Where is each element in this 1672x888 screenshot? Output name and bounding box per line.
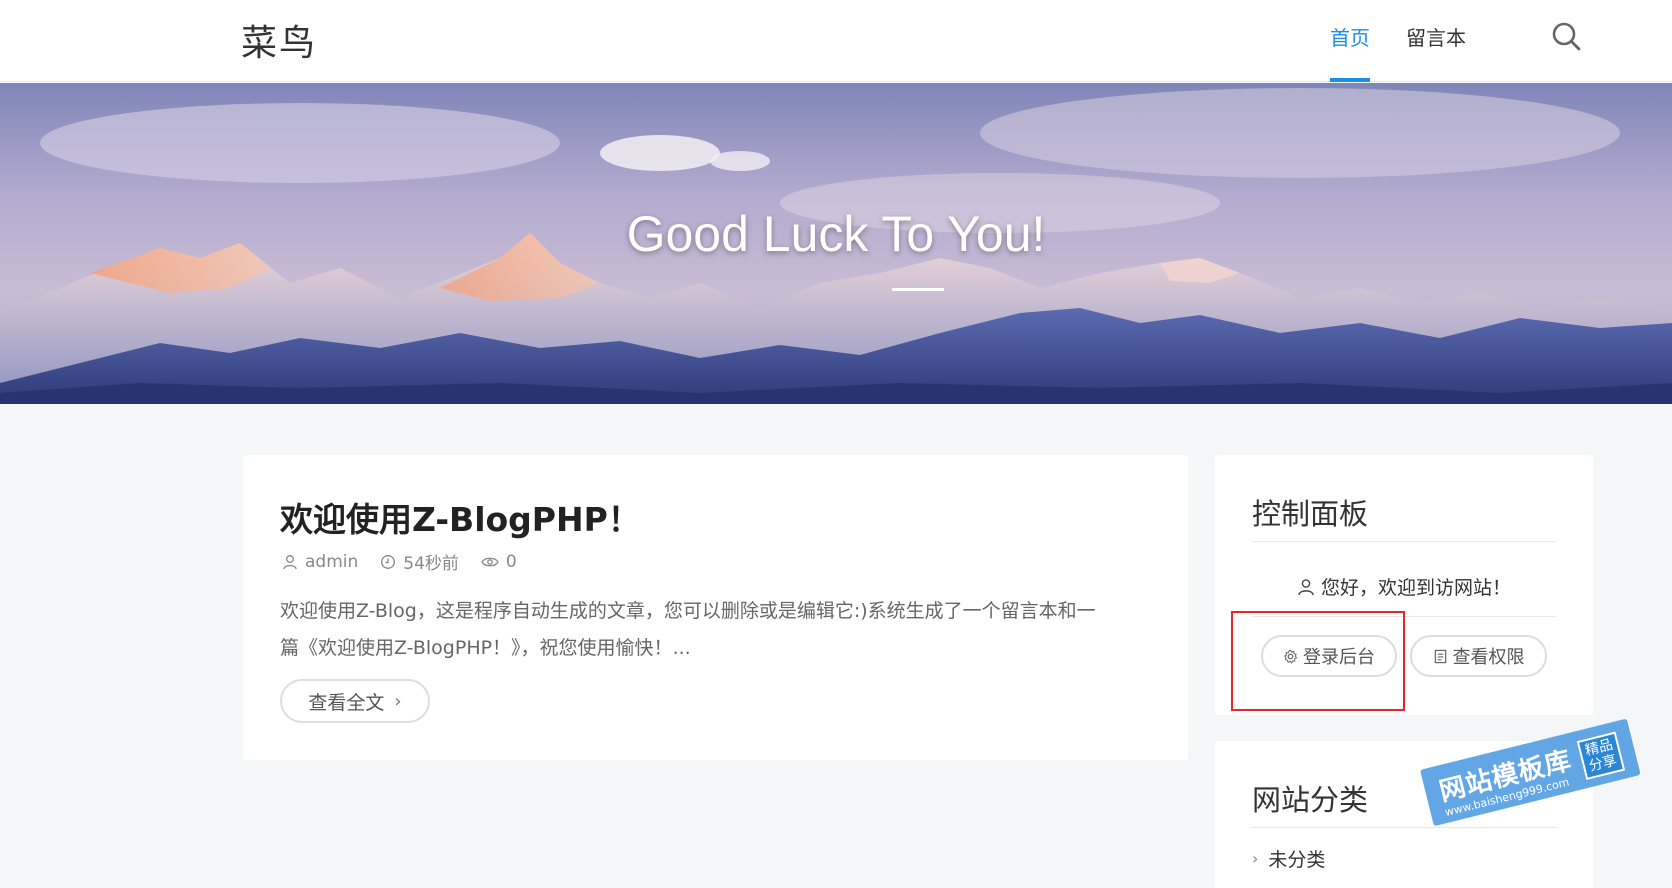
- widget-title: 控制面板: [1252, 497, 1369, 531]
- category-item[interactable]: › 未分类: [1252, 845, 1325, 872]
- banner-title: Good Luck To You!: [626, 206, 1046, 262]
- chevron-right-icon: ›: [1252, 849, 1259, 868]
- welcome-message: 您好，欢迎到访网站！: [1215, 573, 1593, 600]
- user-icon: [1298, 578, 1314, 595]
- post-excerpt-line: 篇《欢迎使用Z-BlogPHP！》，祝您使用愉快！...: [280, 637, 691, 659]
- site-logo[interactable]: 菜鸟: [241, 14, 317, 66]
- banner-divider: [892, 288, 944, 291]
- eye-icon: [481, 557, 499, 566]
- chevron-right-icon: ›: [394, 690, 402, 712]
- post-card: 欢迎使用Z-BlogPHP！ admin 54秒前 0 欢迎使用Z-Blog，这…: [243, 455, 1188, 760]
- post-time-value: 54秒前: [403, 554, 459, 574]
- post-author-name[interactable]: admin: [305, 552, 358, 572]
- search-icon[interactable]: [1550, 20, 1584, 54]
- post-views: 0: [481, 552, 517, 572]
- view-permissions-label: 查看权限: [1452, 647, 1525, 668]
- highlight-box: [1231, 611, 1405, 711]
- site-header: 菜鸟 首页 留言本: [0, 0, 1672, 82]
- post-time: 54秒前: [380, 549, 459, 574]
- post-views-count: 0: [505, 551, 517, 572]
- divider: [1252, 827, 1556, 828]
- post-excerpt: 欢迎使用Z-Blog，这是程序自动生成的文章，您可以删除或是编辑它:)系统生成了…: [280, 593, 1160, 667]
- clock-icon: [381, 554, 396, 569]
- post-author: admin: [282, 552, 358, 572]
- document-icon: [1434, 649, 1446, 663]
- nav-item-home[interactable]: 首页: [1330, 0, 1370, 82]
- nav-item-guestbook[interactable]: 留言本: [1406, 0, 1466, 82]
- read-more-label: 查看全文: [308, 691, 385, 714]
- welcome-text: 您好，欢迎到访网站！: [1320, 577, 1511, 599]
- main-nav: 首页 留言本: [1330, 0, 1502, 82]
- post-title[interactable]: 欢迎使用Z-BlogPHP！: [280, 493, 641, 541]
- widget-title: 网站分类: [1252, 783, 1369, 817]
- post-excerpt-line: 欢迎使用Z-Blog，这是程序自动生成的文章，您可以删除或是编辑它:)系统生成了…: [280, 600, 1096, 622]
- read-more-button[interactable]: 查看全文 ›: [280, 679, 430, 723]
- view-permissions-button[interactable]: 查看权限: [1410, 635, 1547, 677]
- post-meta: admin 54秒前 0: [282, 549, 539, 574]
- watermark-badge: 精品 分享: [1576, 731, 1626, 781]
- hero-banner: Good Luck To You!: [0, 83, 1672, 404]
- user-icon: [283, 554, 297, 569]
- category-label: 未分类: [1268, 849, 1326, 871]
- divider: [1252, 541, 1556, 542]
